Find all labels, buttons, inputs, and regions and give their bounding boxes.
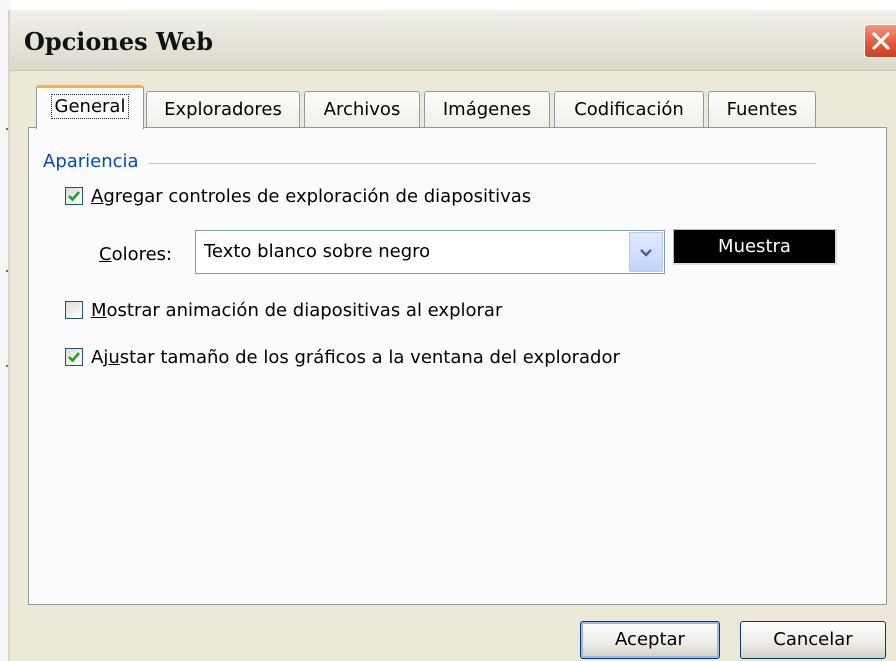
window-title: Opciones Web	[24, 27, 214, 56]
tab-archivos[interactable]: Archivos	[304, 91, 420, 127]
close-button[interactable]	[864, 24, 896, 58]
tab-exploradores[interactable]: Exploradores	[146, 91, 300, 127]
close-icon	[872, 32, 890, 50]
dialog-window: Opciones Web General Exploradores Archiv…	[8, 10, 896, 661]
tab-label: Exploradores	[164, 99, 282, 120]
tab-label: Fuentes	[726, 99, 798, 120]
tab-general[interactable]: General	[36, 85, 144, 129]
tab-panel-general: Apariencia Agregar controles de explorac…	[28, 127, 887, 605]
resize-graphics-label: Ajustar tamaño de los gráficos a la vent…	[91, 346, 620, 368]
add-controls-label: Agregar controles de exploración de diap…	[91, 185, 532, 207]
colors-select-value: Texto blanco sobre negro	[204, 241, 431, 262]
group-divider	[43, 163, 816, 164]
colors-select[interactable]: Texto blanco sobre negro	[195, 230, 665, 274]
resize-graphics-option[interactable]: Ajustar tamaño de los gráficos a la vent…	[65, 345, 620, 369]
chevron-down-icon	[640, 249, 652, 257]
tab-codificacion[interactable]: Codificación	[554, 91, 704, 127]
tab-fuentes[interactable]: Fuentes	[708, 91, 816, 127]
tab-label: General	[50, 94, 130, 119]
show-animation-checkbox[interactable]	[65, 301, 83, 319]
colors-label: Colores:	[99, 244, 173, 265]
group-label-apariencia: Apariencia	[43, 151, 149, 172]
color-sample: Muestra	[673, 229, 837, 265]
tab-label: Archivos	[323, 99, 401, 120]
show-animation-option[interactable]: Mostrar animación de diapositivas al exp…	[65, 298, 502, 322]
title-bar[interactable]: Opciones Web	[10, 10, 896, 71]
tab-label: Imágenes	[442, 99, 532, 120]
show-animation-label: Mostrar animación de diapositivas al exp…	[91, 299, 503, 321]
check-icon	[68, 352, 80, 363]
add-controls-option[interactable]: Agregar controles de exploración de diap…	[65, 184, 531, 208]
cancel-button[interactable]: Cancelar	[740, 621, 886, 659]
ok-button[interactable]: Aceptar	[580, 621, 720, 659]
check-icon	[68, 191, 80, 202]
add-controls-checkbox[interactable]	[65, 187, 83, 205]
resize-graphics-checkbox[interactable]	[65, 348, 83, 366]
tab-imagenes[interactable]: Imágenes	[424, 91, 550, 127]
tab-label: Codificación	[574, 99, 684, 120]
colors-dropdown-button[interactable]	[629, 232, 663, 272]
